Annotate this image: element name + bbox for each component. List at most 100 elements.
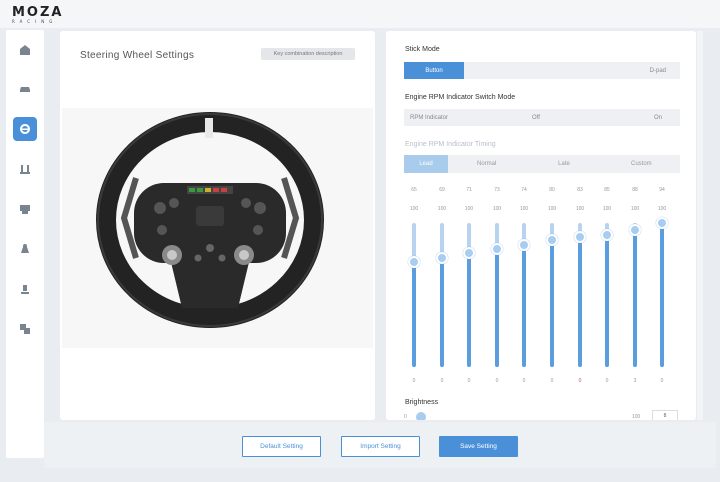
sidebar-item-dashboard[interactable]: [13, 277, 37, 301]
percent-value-label: 100: [630, 206, 640, 212]
slider-track[interactable]: [518, 223, 530, 367]
percent-value-label: 100: [575, 206, 585, 212]
stick-mode-button-option[interactable]: Button: [404, 62, 464, 79]
timing-lead-option[interactable]: Lead: [404, 155, 448, 173]
key-combination-button[interactable]: Key combination description: [261, 48, 355, 60]
rpm-value-label: 65: [411, 187, 417, 193]
slider-thumb[interactable]: [574, 231, 586, 243]
timing-normal-option[interactable]: Normal: [448, 155, 525, 173]
save-setting-button[interactable]: Save Setting: [439, 436, 518, 457]
rpm-value-label: 94: [659, 187, 665, 193]
percent-value-label: 100: [547, 206, 557, 212]
wheel-panel: Steering Wheel Settings Key combination …: [60, 31, 375, 420]
rpm-value-label: 85: [604, 187, 610, 193]
slider-bottom-value: 0: [412, 378, 416, 384]
slider-bottom-value: 0: [495, 378, 499, 384]
timing-custom-option[interactable]: Custom: [603, 155, 680, 173]
slider-track[interactable]: [436, 223, 448, 367]
logo-subtext: RACING: [12, 19, 58, 24]
default-setting-button[interactable]: Default Setting: [242, 436, 321, 457]
slider-track[interactable]: [574, 223, 586, 367]
slider-fill: [467, 253, 471, 367]
slider-fill: [605, 235, 609, 367]
slider-thumb[interactable]: [408, 256, 420, 268]
logo-text: MOZA: [12, 5, 64, 20]
sidebar: [6, 30, 44, 458]
dashboard-icon: [21, 285, 29, 294]
handbrake-icon: [21, 244, 29, 253]
rpm-value-label: 80: [549, 187, 555, 193]
rpm-off-option[interactable]: Off: [494, 109, 578, 126]
slider-fill: [578, 237, 582, 367]
rpm-slider: 65 100 0: [404, 187, 424, 387]
slider-track[interactable]: [546, 223, 558, 367]
import-setting-button[interactable]: Import Setting: [341, 436, 420, 457]
rpm-value-label: 83: [577, 187, 583, 193]
scrollbar[interactable]: [697, 31, 703, 420]
slider-thumb[interactable]: [601, 229, 613, 241]
brightness-value-input[interactable]: 8: [652, 410, 678, 420]
brightness-slider-thumb[interactable]: [416, 412, 426, 420]
wheel-image-area: [62, 108, 373, 348]
slider-track[interactable]: [601, 223, 613, 367]
slider-track[interactable]: [463, 223, 475, 367]
slider-bottom-value: 0: [467, 378, 471, 384]
slider-fill: [495, 249, 499, 367]
slider-bottom-value: 3: [633, 378, 637, 384]
slider-thumb[interactable]: [436, 252, 448, 264]
percent-value-label: 100: [464, 206, 474, 212]
pedals-icon: [20, 165, 30, 174]
percent-value-label: 100: [602, 206, 612, 212]
settings-panel: Stick Mode Button D-pad Engine RPM Indic…: [386, 31, 696, 420]
slider-thumb[interactable]: [629, 224, 641, 236]
sidebar-item-handbrake[interactable]: [13, 237, 37, 261]
percent-value-label: 100: [409, 206, 419, 212]
slider-track[interactable]: [408, 223, 420, 367]
slider-thumb[interactable]: [656, 217, 668, 229]
brightness-min: 0: [404, 414, 407, 420]
rpm-switch-toggle: RPM Indicator Off On: [404, 109, 680, 126]
rpm-value-label: 88: [632, 187, 638, 193]
slider-thumb[interactable]: [491, 243, 503, 255]
rpm-slider: 74 100 0: [514, 187, 534, 387]
slider-fill: [440, 258, 444, 367]
slider-fill: [550, 240, 554, 367]
slider-fill: [633, 230, 637, 367]
slider-track[interactable]: [491, 223, 503, 367]
slider-bottom-value: 0: [605, 378, 609, 384]
rpm-slider-group: 65 100 0 69 100 0 71 100 0 73 100 0 74 100 0 80 100 0 83 10…: [404, 187, 680, 387]
rpm-on-option[interactable]: On: [578, 109, 680, 126]
slider-thumb[interactable]: [463, 247, 475, 259]
stick-mode-dpad-option[interactable]: D-pad: [464, 62, 680, 79]
slider-fill: [412, 262, 416, 367]
percent-value-label: 100: [437, 206, 447, 212]
rpm-slider: 94 100 0: [652, 187, 672, 387]
sidebar-item-home[interactable]: [13, 38, 37, 62]
rpm-slider: 85 100 0: [597, 187, 617, 387]
sidebar-item-base[interactable]: [13, 77, 37, 101]
rpm-switch-label: Engine RPM Indicator Switch Mode: [405, 94, 516, 101]
rpm-value-label: 73: [494, 187, 500, 193]
rpm-slider: 83 100 0: [570, 187, 590, 387]
sidebar-item-shifter[interactable]: [13, 197, 37, 221]
sidebar-item-pedals[interactable]: [13, 157, 37, 181]
rpm-value-label: 74: [521, 187, 527, 193]
rpm-timing-toggle: Lead Normal Late Custom: [404, 155, 680, 173]
rpm-value-label: 71: [466, 187, 472, 193]
rpm-slider: 80 100 0: [542, 187, 562, 387]
slider-thumb[interactable]: [546, 234, 558, 246]
rpm-slider: 71 100 0: [459, 187, 479, 387]
rpm-indicator-option[interactable]: RPM Indicator: [404, 109, 494, 126]
slider-track[interactable]: [656, 217, 668, 367]
rpm-slider: 73 100 0: [487, 187, 507, 387]
sidebar-item-settings[interactable]: [13, 317, 37, 341]
slider-fill: [522, 245, 526, 367]
sidebar-item-steering-wheel[interactable]: [13, 117, 37, 141]
slider-thumb[interactable]: [518, 239, 530, 251]
rpm-timing-label: Engine RPM Indicator Timing: [405, 141, 496, 148]
brightness-label: Brightness: [405, 399, 439, 406]
slider-track[interactable]: [629, 223, 641, 367]
car-icon: [20, 87, 30, 92]
shifter-icon: [20, 205, 30, 214]
timing-late-option[interactable]: Late: [525, 155, 602, 173]
